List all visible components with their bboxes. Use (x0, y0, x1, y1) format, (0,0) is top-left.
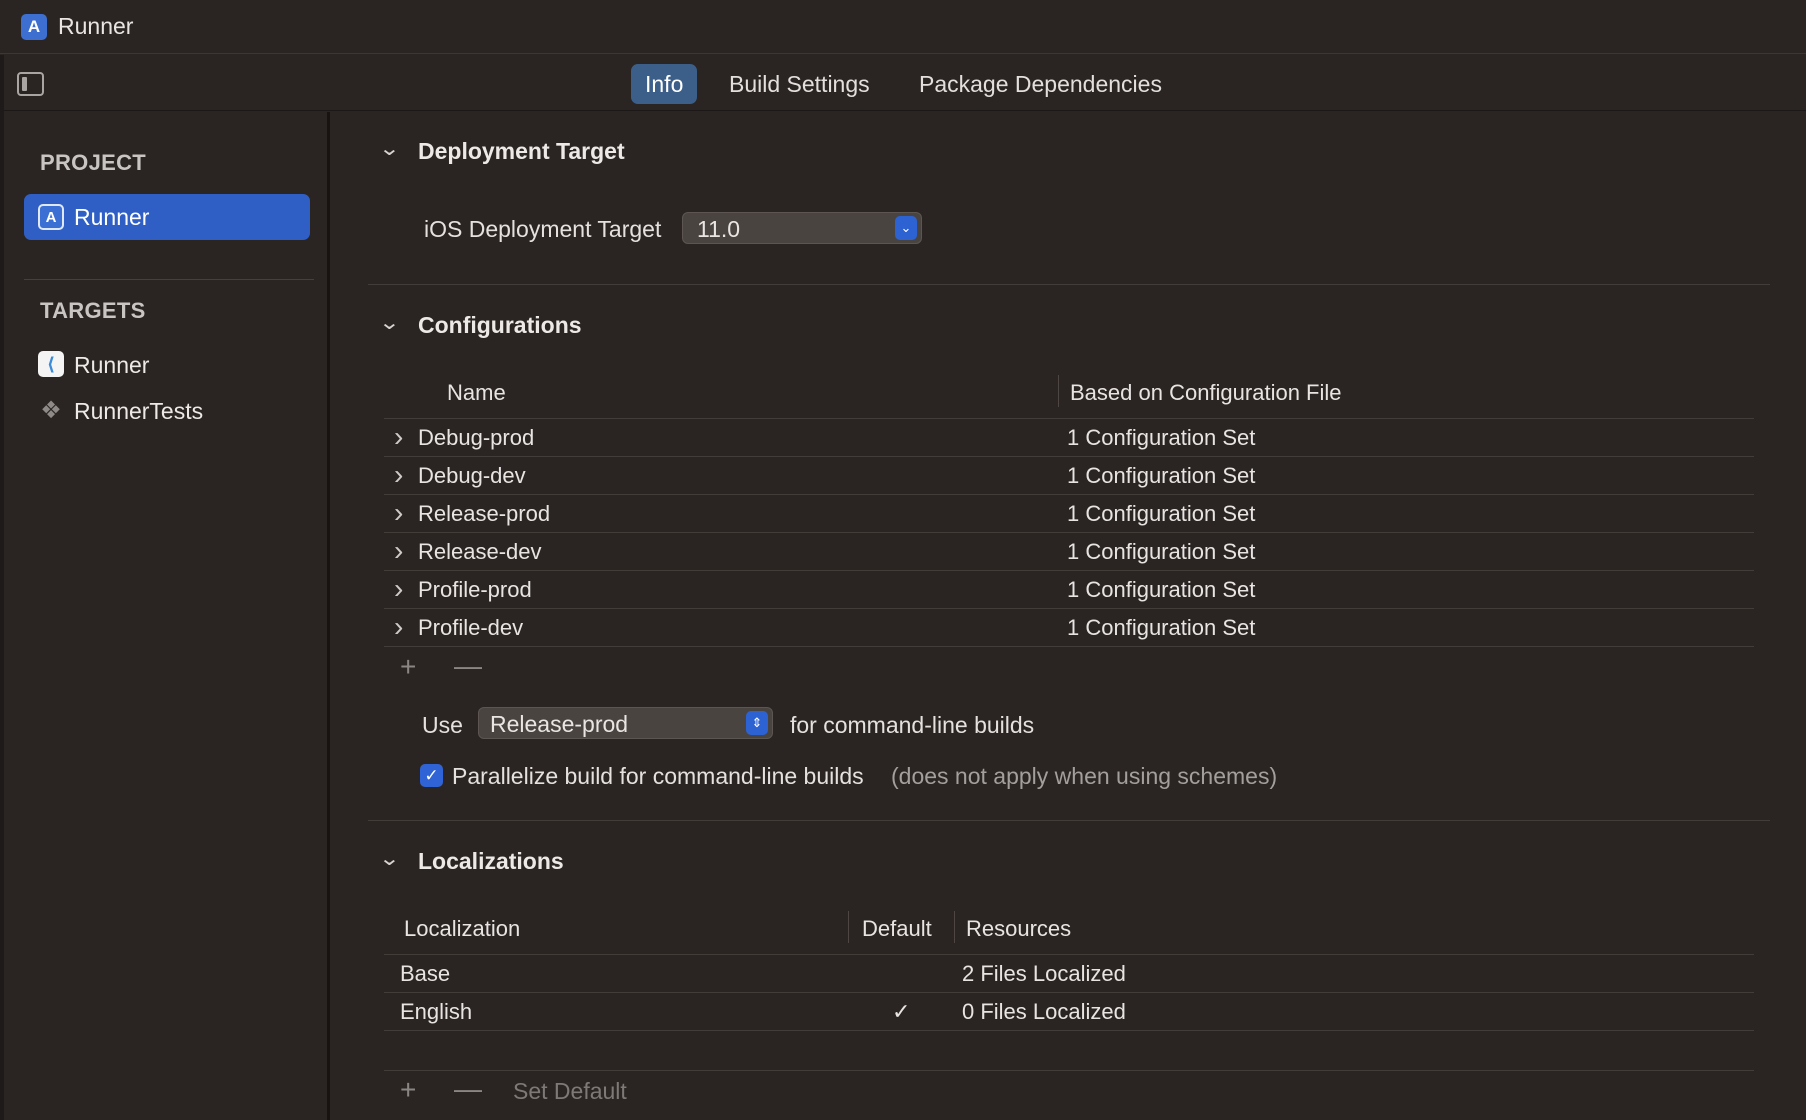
table-row[interactable]: › Profile-dev 1 Configuration Set (384, 609, 1754, 647)
localizations-heading: Localizations (418, 848, 564, 874)
remove-configuration-button[interactable]: — (454, 650, 482, 682)
localization-name: Base (400, 961, 451, 986)
deployment-target-heading: Deployment Target (418, 138, 625, 164)
table-row[interactable]: › Profile-prod 1 Configuration Set (384, 571, 1754, 609)
add-localization-button[interactable]: + (400, 1074, 416, 1106)
xcode-project-icon: A (38, 204, 64, 230)
column-separator (848, 911, 849, 943)
sidebar (0, 112, 330, 1120)
sidebar-item-label: Runner (74, 204, 150, 230)
table-row[interactable]: English ✓ 0 Files Localized (384, 993, 1754, 1031)
project-header: PROJECT (40, 150, 147, 175)
localization-resources: 0 Files Localized (962, 999, 1126, 1024)
column-header-default[interactable]: Default (862, 916, 932, 942)
config-based-on[interactable]: 1 Configuration Set (1067, 577, 1255, 603)
flutter-icon: ⟨ (38, 351, 64, 377)
sidebar-item-project-runner[interactable] (24, 194, 310, 240)
targets-header: TARGETS (40, 298, 146, 323)
column-header-name[interactable]: Name (447, 380, 506, 406)
test-bundle-icon: ❖ (40, 397, 62, 424)
tab-build-settings[interactable]: Build Settings (715, 64, 884, 104)
sidebar-item-target-runner[interactable]: Runner (74, 352, 149, 379)
xcode-project-icon: A (21, 14, 47, 40)
tab-package-dependencies[interactable]: Package Dependencies (905, 64, 1176, 104)
config-based-on[interactable]: 1 Configuration Set (1067, 501, 1255, 527)
sidebar-toggle-icon[interactable] (17, 72, 44, 96)
localization-resources: 2 Files Localized (962, 961, 1126, 986)
title-bar (0, 0, 1806, 54)
remove-localization-button[interactable]: — (454, 1073, 482, 1105)
chevron-down-icon[interactable]: ⌄ (378, 310, 400, 335)
command-line-config-select[interactable]: Release-prod ⇕ (478, 707, 773, 739)
table-row[interactable]: › Release-dev 1 Configuration Set (384, 533, 1754, 571)
chevron-right-icon[interactable]: › (394, 613, 403, 641)
table-row[interactable]: Base 2 Files Localized (384, 955, 1754, 993)
window-title: Runner (58, 13, 134, 39)
set-default-button[interactable]: Set Default (513, 1078, 627, 1105)
section-divider (368, 820, 1770, 821)
config-name: Profile-dev (418, 615, 524, 640)
use-label: Use (422, 712, 463, 738)
select-value: Release-prod (490, 711, 629, 737)
table-row[interactable]: › Debug-dev 1 Configuration Set (384, 457, 1754, 495)
config-based-on[interactable]: 1 Configuration Set (1067, 425, 1255, 451)
chevron-down-icon[interactable]: ⌄ (895, 216, 917, 240)
add-configuration-button[interactable]: + (400, 651, 416, 683)
tab-info[interactable]: Info (631, 64, 698, 104)
config-name: Release-dev (418, 539, 542, 564)
column-separator (1058, 375, 1059, 407)
config-name: Debug-prod (418, 425, 535, 450)
parallelize-label[interactable]: Parallelize build for command-line build… (452, 763, 864, 790)
config-based-on[interactable]: 1 Configuration Set (1067, 539, 1255, 565)
table-bottom-divider (384, 1070, 1754, 1071)
sidebar-divider (24, 279, 314, 280)
up-down-chevron-icon: ⇕ (746, 711, 768, 735)
default-checkmark-icon: ✓ (892, 999, 911, 1024)
column-header-resources[interactable]: Resources (966, 916, 1071, 942)
column-header-based-on[interactable]: Based on Configuration File (1070, 380, 1342, 406)
ios-deployment-target-combo[interactable]: 11.0 ⌄ (682, 212, 922, 244)
localization-name: English (400, 999, 473, 1024)
chevron-right-icon[interactable]: › (394, 575, 403, 603)
chevron-right-icon[interactable]: › (394, 423, 403, 451)
config-name: Debug-dev (418, 463, 526, 488)
column-header-localization[interactable]: Localization (404, 916, 520, 942)
chevron-down-icon[interactable]: ⌄ (378, 846, 400, 871)
config-name: Release-prod (418, 501, 551, 526)
use-suffix-label: for command-line builds (790, 712, 1035, 738)
config-name: Profile-prod (418, 577, 532, 602)
chevron-down-icon[interactable]: ⌄ (378, 136, 400, 161)
config-based-on[interactable]: 1 Configuration Set (1067, 615, 1255, 641)
combo-value: 11.0 (697, 216, 741, 242)
chevron-right-icon[interactable]: › (394, 537, 403, 565)
table-row[interactable]: › Release-prod 1 Configuration Set (384, 495, 1754, 533)
parallelize-note: (does not apply when using schemes) (891, 763, 1278, 789)
section-divider (368, 284, 1770, 285)
ios-deployment-target-label: iOS Deployment Target (424, 216, 662, 242)
config-based-on[interactable]: 1 Configuration Set (1067, 463, 1255, 489)
configurations-heading: Configurations (418, 312, 582, 338)
sidebar-item-target-runnertests[interactable]: RunnerTests (74, 398, 203, 425)
parallelize-checkbox[interactable]: ✓ (420, 764, 443, 787)
table-row[interactable]: › Debug-prod 1 Configuration Set (384, 419, 1754, 457)
chevron-right-icon[interactable]: › (394, 499, 403, 527)
tab-bar (0, 55, 1806, 111)
chevron-right-icon[interactable]: › (394, 461, 403, 489)
column-separator (954, 911, 955, 943)
